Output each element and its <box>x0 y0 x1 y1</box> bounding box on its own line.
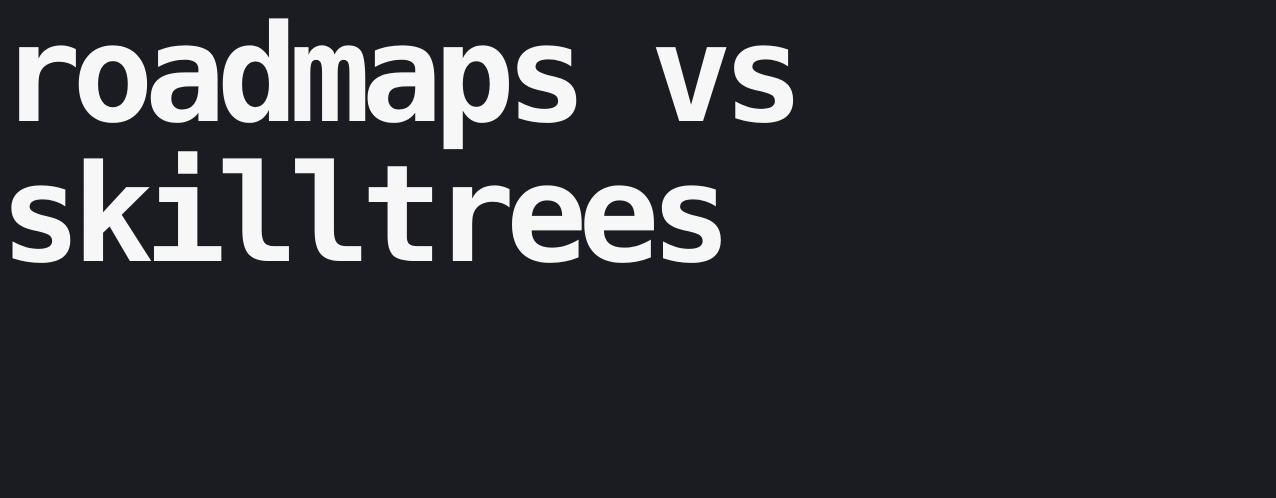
page-canvas: roadmaps vs skilltrees <box>0 0 1276 498</box>
title-line-1: roadmaps vs <box>0 0 804 153</box>
page-title: roadmaps vs skilltrees <box>0 0 804 293</box>
title-line-2: skilltrees <box>0 136 732 293</box>
